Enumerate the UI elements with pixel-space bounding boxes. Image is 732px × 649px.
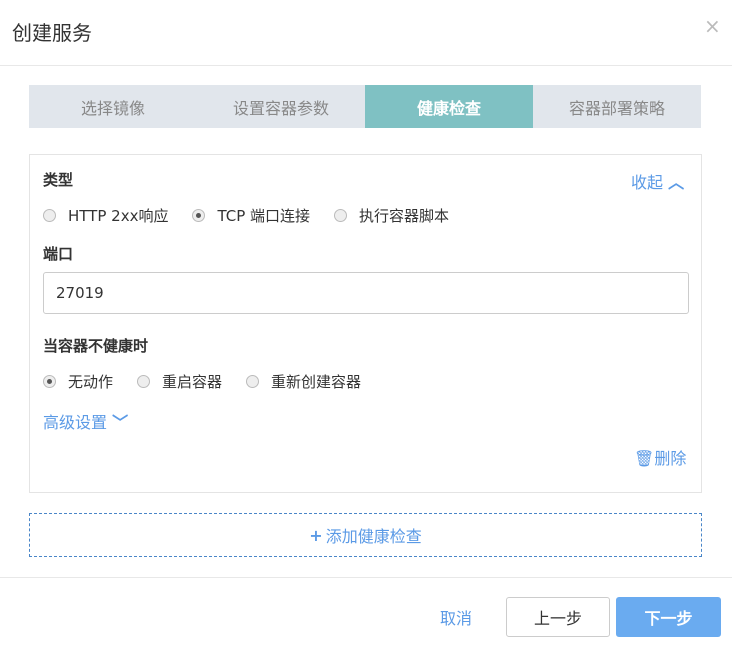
step-deploy-strategy[interactable]: 容器部署策略 bbox=[533, 85, 701, 128]
radio-no-action[interactable]: 无动作 bbox=[43, 371, 113, 392]
prev-step-button[interactable]: 上一步 bbox=[506, 597, 610, 637]
collapse-label: 收起 bbox=[631, 173, 664, 192]
delete-label: 删除 bbox=[654, 449, 687, 468]
delete-button[interactable]: 🗑删除 bbox=[634, 445, 686, 469]
footer-divider bbox=[0, 577, 732, 578]
step-bar: 选择镜像 设置容器参数 健康检查 容器部署策略 bbox=[29, 85, 701, 128]
trash-icon: 🗑 bbox=[634, 449, 655, 468]
step-health-check[interactable]: 健康检查 bbox=[365, 85, 533, 128]
cancel-button[interactable]: 取消 bbox=[430, 597, 482, 637]
radio-tcp[interactable]: TCP 端口连接 bbox=[192, 205, 310, 226]
step-select-image[interactable]: 选择镜像 bbox=[29, 85, 197, 128]
plus-icon: + bbox=[309, 525, 323, 545]
dialog-title: 创建服务 bbox=[12, 21, 92, 45]
next-step-button[interactable]: 下一步 bbox=[616, 597, 721, 637]
type-label: 类型 bbox=[43, 171, 74, 189]
collapse-button[interactable]: 收起 ︿ bbox=[631, 169, 684, 193]
radio-script[interactable]: 执行容器脚本 bbox=[334, 205, 449, 226]
radio-recreate[interactable]: 重新创建容器 bbox=[246, 371, 361, 392]
advanced-label: 高级设置 bbox=[43, 413, 108, 432]
type-radio-group: HTTP 2xx响应 TCP 端口连接 执行容器脚本 bbox=[43, 205, 473, 226]
port-label: 端口 bbox=[43, 245, 74, 263]
close-icon[interactable]: × bbox=[704, 14, 721, 38]
port-input[interactable] bbox=[43, 272, 689, 314]
header-divider bbox=[0, 65, 732, 66]
step-container-params[interactable]: 设置容器参数 bbox=[197, 85, 365, 128]
chevron-up-icon: ︿ bbox=[668, 173, 685, 192]
add-health-check-button[interactable]: + 添加健康检查 bbox=[29, 513, 702, 557]
chevron-down-icon: ﹀ bbox=[112, 413, 129, 432]
radio-restart[interactable]: 重启容器 bbox=[137, 371, 222, 392]
unhealthy-radio-group: 无动作 重启容器 重新创建容器 bbox=[43, 371, 385, 392]
advanced-settings-toggle[interactable]: 高级设置 ﹀ bbox=[43, 409, 128, 433]
radio-http[interactable]: HTTP 2xx响应 bbox=[43, 205, 168, 226]
add-label: 添加健康检查 bbox=[325, 527, 422, 546]
unhealthy-label: 当容器不健康时 bbox=[43, 337, 149, 355]
